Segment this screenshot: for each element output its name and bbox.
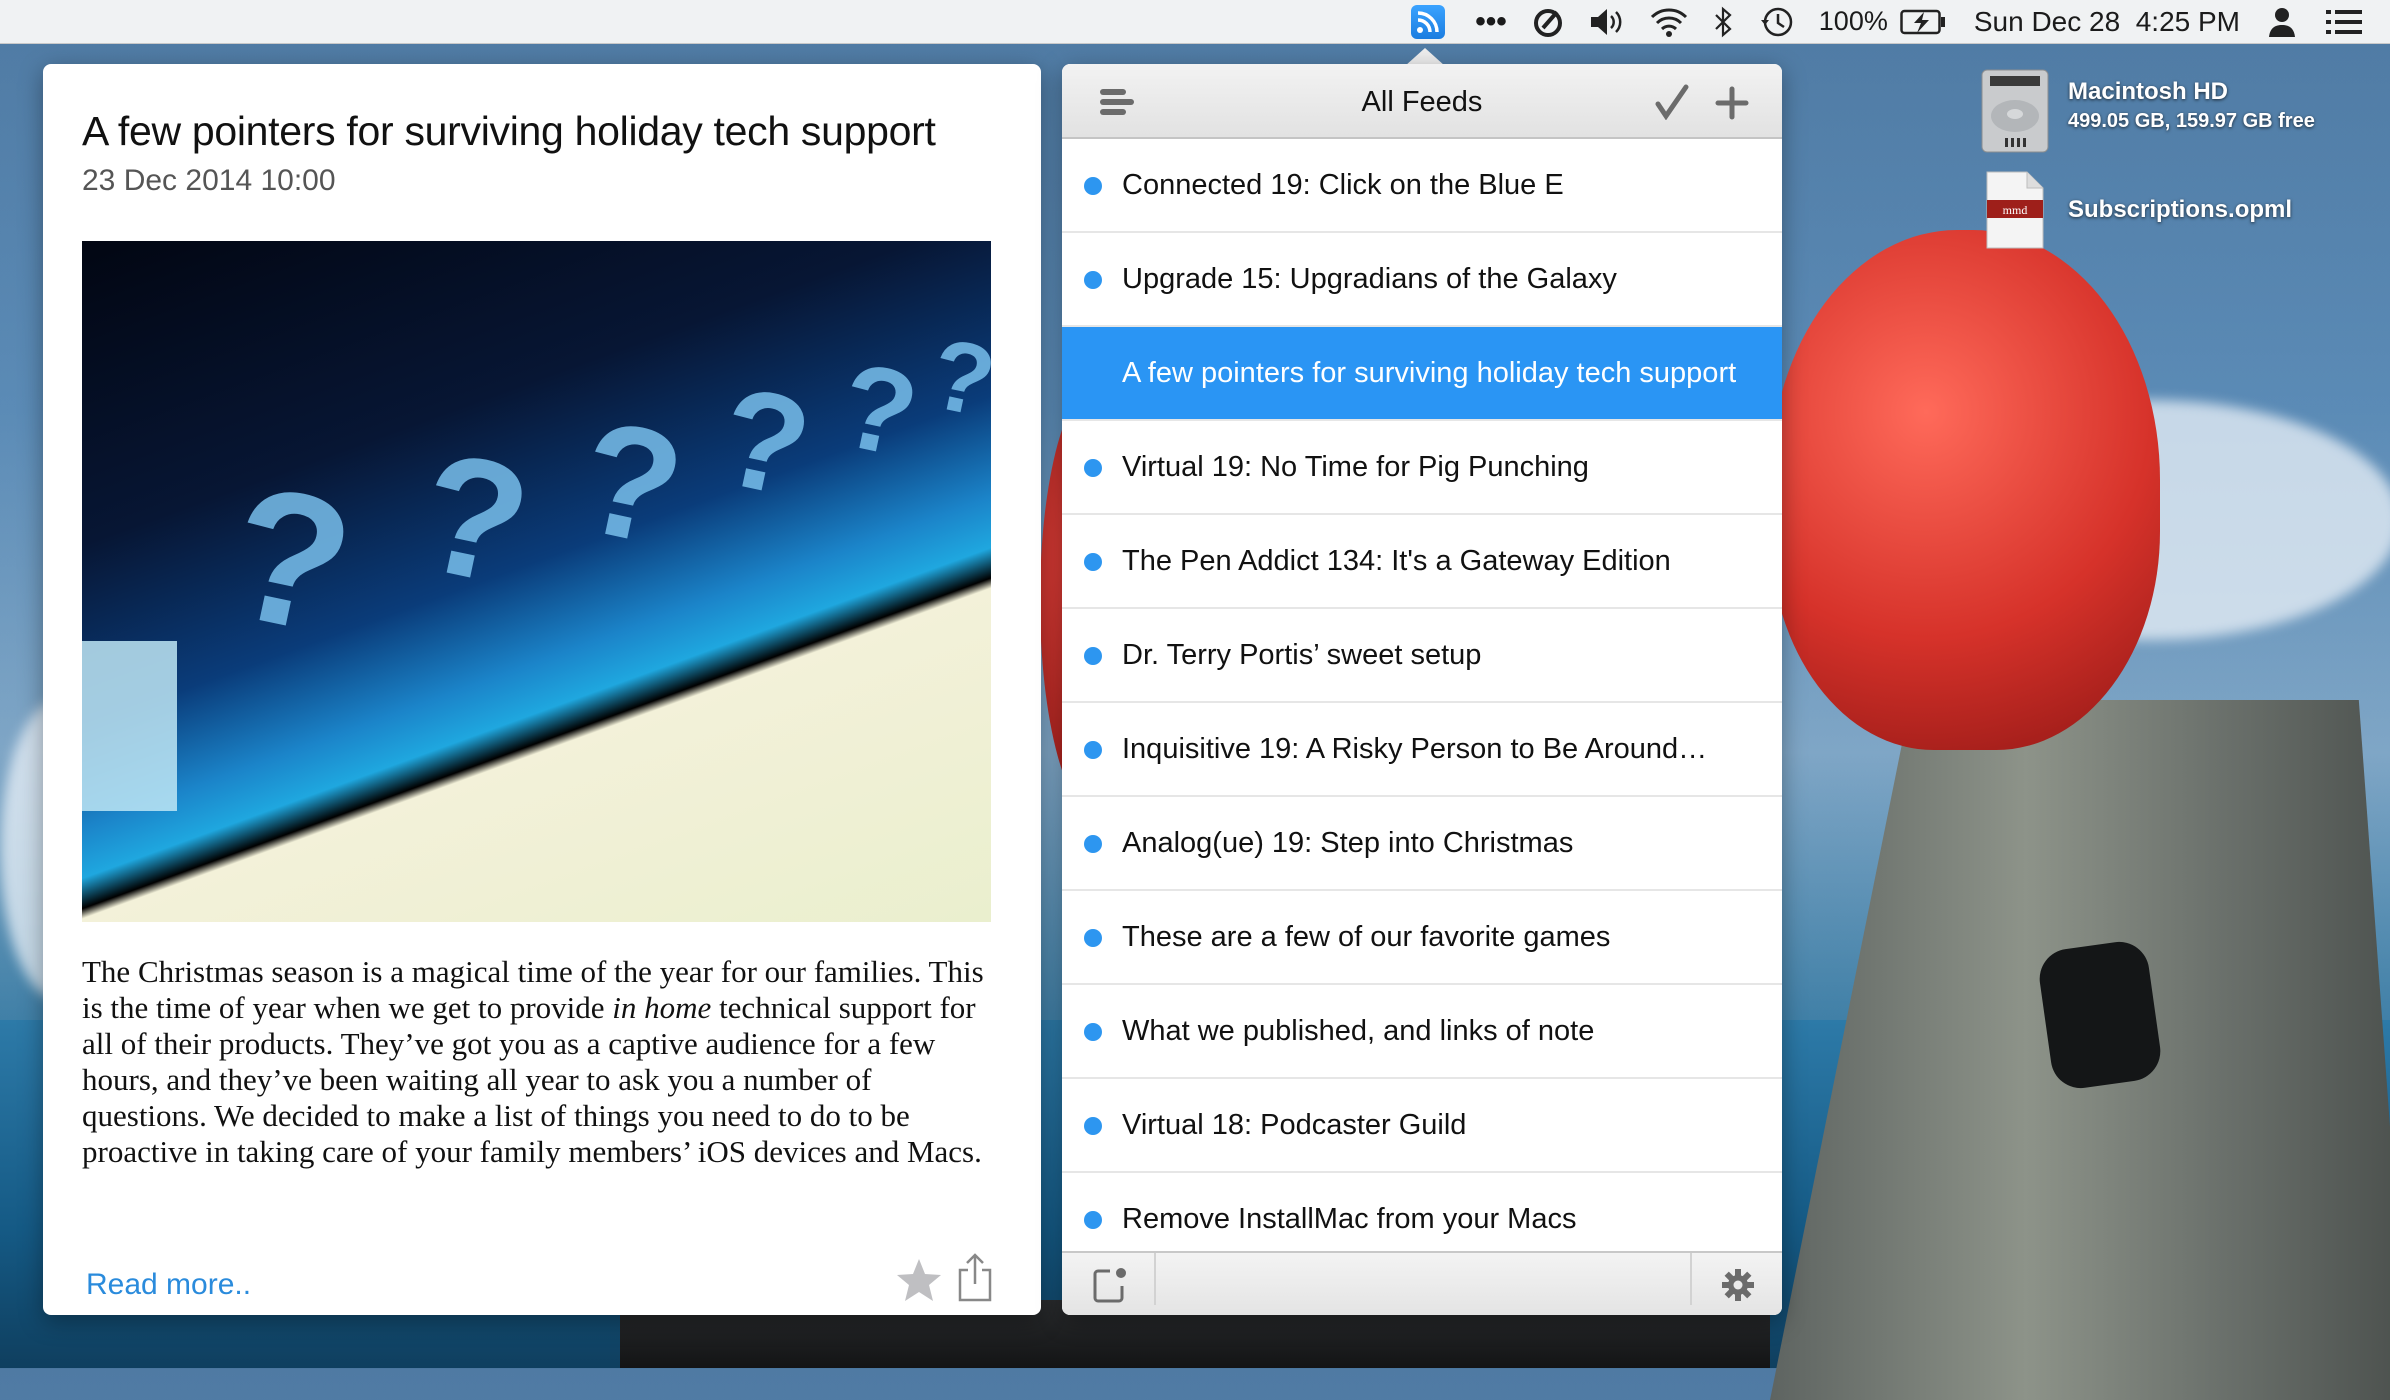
image-question-mark: ?: [921, 316, 991, 440]
add-feed-icon[interactable]: [1715, 86, 1749, 120]
image-question-mark: ?: [564, 384, 698, 581]
time-machine-icon[interactable]: [1759, 0, 1795, 43]
user-icon[interactable]: [2268, 0, 2296, 43]
footer-divider: [1154, 1253, 1156, 1305]
desktop-item-subtitle: 499.05 GB, 159.97 GB free: [2068, 110, 2315, 132]
article-body: The Christmas season is a magical time o…: [82, 954, 984, 1169]
feed-item-title: Remove InstallMac from your Macs: [1122, 1203, 1577, 1235]
image-question-mark: ?: [211, 444, 369, 676]
feed-item-title: These are a few of our favorite games: [1122, 921, 1611, 953]
feed-item[interactable]: Remove InstallMac from your Macs: [1062, 1173, 1782, 1253]
capsule-window: [2035, 938, 2165, 1092]
speed-icon[interactable]: [1531, 0, 1565, 43]
desktop-item-subscriptions-opml[interactable]: mmd: [1985, 170, 2045, 255]
image-finder-tile: [82, 641, 177, 811]
feed-item[interactable]: Virtual 19: No Time for Pig Punching: [1062, 421, 1782, 515]
desktop-item-label: Subscriptions.opml: [2068, 196, 2293, 223]
unread-dot-icon: [1084, 177, 1102, 195]
balloon: [1770, 230, 2160, 750]
unread-dot-icon: [1084, 741, 1102, 759]
feed-item-title: Connected 19: Click on the Blue E: [1122, 169, 1564, 201]
feed-item-title: What we published, and links of note: [1122, 1015, 1595, 1047]
article-card: A few pointers for surviving holiday tec…: [43, 64, 1041, 1315]
unread-dot-icon: [1084, 553, 1102, 571]
image-question-mark: ?: [828, 336, 929, 484]
document-badge: mmd: [2003, 203, 2028, 217]
gear-icon[interactable]: [1722, 1269, 1754, 1301]
feed-item-title: A few pointers for surviving holiday tec…: [1122, 357, 1737, 389]
feed-item-title: Upgrade 15: Upgradians of the Galaxy: [1122, 263, 1617, 295]
feed-list: Connected 19: Click on the Blue E Upgrade…: [1062, 139, 1782, 1253]
star-icon[interactable]: [896, 1257, 942, 1303]
mark-all-read-icon[interactable]: [1654, 84, 1690, 121]
unread-dot-icon: [1084, 1211, 1102, 1229]
article-date: 23 Dec 2014 10:00: [82, 164, 336, 197]
wifi-icon[interactable]: [1649, 0, 1689, 43]
read-more-link[interactable]: Read more..: [86, 1268, 251, 1302]
compose-icon[interactable]: [1092, 1267, 1128, 1303]
feed-item-title: Inquisitive 19: A Risky Person to Be Aro…: [1122, 733, 1708, 765]
unread-dot-icon: [1084, 459, 1102, 477]
feed-item-title: Virtual 19: No Time for Pig Punching: [1122, 451, 1589, 483]
feed-item[interactable]: The Pen Addict 134: It's a Gateway Editi…: [1062, 515, 1782, 609]
image-question-mark: ?: [706, 355, 824, 528]
clock[interactable]: Sun Dec 28 4:25 PM: [1974, 0, 2240, 43]
feed-item-title: Virtual 18: Podcaster Guild: [1122, 1109, 1467, 1141]
unread-dot-icon: [1084, 1023, 1102, 1041]
feed-item-title: Analog(ue) 19: Step into Christmas: [1122, 827, 1574, 859]
feed-item[interactable]: These are a few of our favorite games: [1062, 891, 1782, 985]
feed-item[interactable]: Dr. Terry Portis’ sweet setup: [1062, 609, 1782, 703]
feed-item[interactable]: Connected 19: Click on the Blue E: [1062, 139, 1782, 233]
feeds-popover: All Feeds Connected 19: Click on the Blu…: [1062, 64, 1782, 1315]
hard-drive-icon: [1981, 69, 2049, 153]
feed-item[interactable]: Virtual 18: Podcaster Guild: [1062, 1079, 1782, 1173]
feed-item[interactable]: Inquisitive 19: A Risky Person to Be Aro…: [1062, 703, 1782, 797]
feed-item[interactable]: Analog(ue) 19: Step into Christmas: [1062, 797, 1782, 891]
footer-divider: [1690, 1253, 1692, 1305]
menu-bar: ••• 100% Sun Dec 28 4:25 PM: [0, 0, 2390, 44]
feed-item[interactable]: A few pointers for surviving holiday tec…: [1062, 327, 1782, 421]
feed-item[interactable]: Upgrade 15: Upgradians of the Galaxy: [1062, 233, 1782, 327]
image-question-mark: ?: [403, 415, 545, 623]
bluetooth-icon[interactable]: [1713, 0, 1735, 43]
volume-icon[interactable]: [1589, 0, 1625, 43]
rss-icon[interactable]: [1411, 4, 1446, 39]
battery-percent[interactable]: 100%: [1819, 0, 1888, 43]
unread-dot-icon: [1084, 929, 1102, 947]
document-icon: mmd: [1986, 171, 2044, 249]
feeds-footer: [1062, 1251, 1782, 1315]
battery-charging-icon[interactable]: [1900, 0, 1946, 43]
feeds-header: All Feeds: [1062, 64, 1782, 139]
more-icon[interactable]: •••: [1475, 0, 1507, 43]
unread-dot-icon: [1084, 1117, 1102, 1135]
unread-dot-icon: [1084, 647, 1102, 665]
feed-item-title: The Pen Addict 134: It's a Gateway Editi…: [1122, 545, 1671, 577]
desktop-item-macintosh-hd[interactable]: [1980, 68, 2050, 159]
feed-item-title: Dr. Terry Portis’ sweet setup: [1122, 639, 1482, 671]
article-title: A few pointers for surviving holiday tec…: [82, 108, 936, 154]
desktop-item-label: Macintosh HD: [2068, 78, 2229, 105]
unread-dot-icon: [1084, 271, 1102, 289]
feed-item[interactable]: What we published, and links of note: [1062, 985, 1782, 1079]
list-icon[interactable]: [2326, 0, 2362, 43]
unread-dot-icon: [1084, 835, 1102, 853]
share-icon[interactable]: [956, 1252, 994, 1302]
article-image: ? ? ? ? ? ?: [82, 241, 991, 922]
